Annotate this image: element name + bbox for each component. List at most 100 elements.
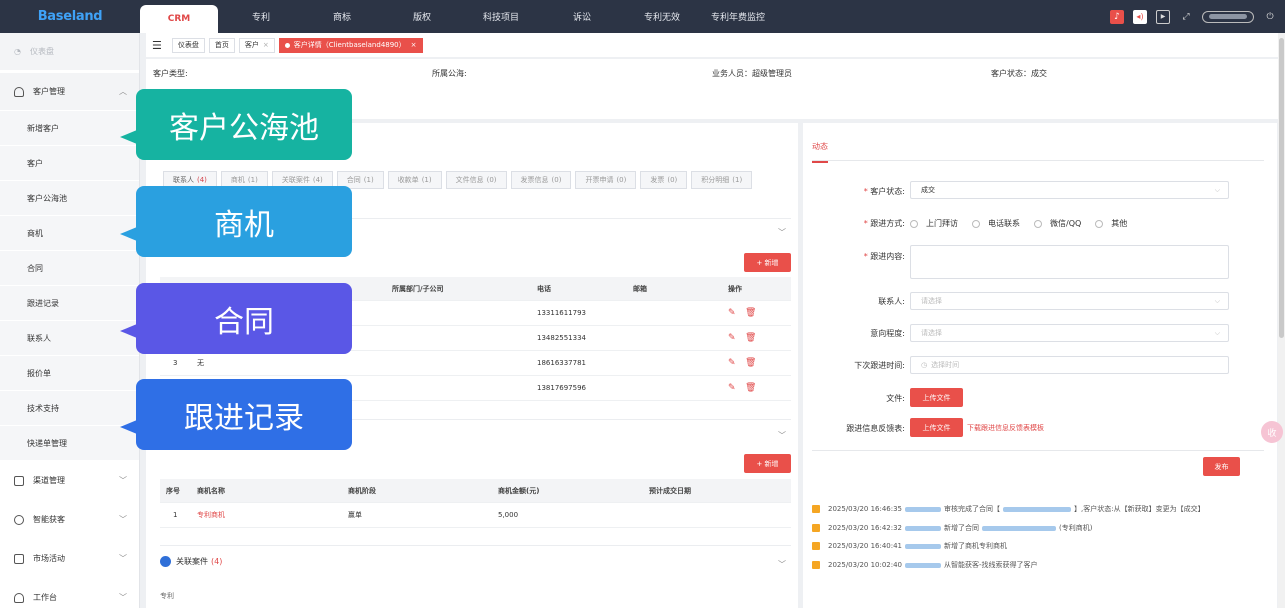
top-icons: ♪ ◂) ▶ ⤢ ⏻ <box>1110 0 1277 33</box>
user-menu[interactable] <box>1202 10 1254 23</box>
callout-opportunity: 商机 <box>120 186 352 257</box>
bell-icon[interactable]: ♪ <box>1110 9 1124 24</box>
status-select[interactable]: 成交 ⌵ <box>910 181 1229 199</box>
chevron-up-icon: ︿ <box>119 87 127 96</box>
nav-tab-invalidation[interactable]: 专利无效 <box>626 0 698 33</box>
tab-files[interactable]: 文件信息 (0) <box>445 171 507 189</box>
tab-invoice-request[interactable]: 开票申请 (0) <box>575 171 637 189</box>
intent-label: 意向程度: <box>870 329 905 338</box>
sidebar-item-contacts[interactable]: 联系人 <box>0 320 139 355</box>
add-contact-button[interactable]: + 新增 <box>744 253 791 272</box>
contact-select[interactable]: 请选择 ⌵ <box>910 292 1229 310</box>
opportunity-link[interactable]: 专利商机 <box>197 510 225 520</box>
sidebar-item-tech-support[interactable]: 技术支持 <box>0 390 139 425</box>
delete-icon[interactable]: 🗑 <box>745 383 756 393</box>
power-icon[interactable]: ⏻ <box>1263 10 1277 24</box>
edit-icon[interactable]: ✎ <box>728 333 736 343</box>
delete-icon[interactable]: 🗑 <box>745 333 756 343</box>
picker-placeholder: 选择时间 <box>931 361 960 369</box>
nav-tab-tech-project[interactable]: 科技项目 <box>464 0 538 33</box>
add-opportunity-button[interactable]: + 新增 <box>744 454 791 473</box>
radio-phone[interactable]: 电话联系 <box>972 218 1020 229</box>
tab-count: (0) <box>616 176 627 184</box>
chevron-down-icon[interactable]: ﹀ <box>778 559 786 570</box>
col-email: 邮箱 <box>633 284 647 293</box>
radio-other[interactable]: 其他 <box>1095 218 1127 229</box>
sidebar-group-channel[interactable]: 渠道管理 ﹀ <box>0 462 139 499</box>
radio-label: 电话联系 <box>988 219 1020 228</box>
publish-button[interactable]: 发布 <box>1203 457 1240 476</box>
tab-count: (0) <box>551 176 562 184</box>
sidebar-item-public-pool[interactable]: 客户公海池 <box>0 180 139 215</box>
contact-label: 联系人: <box>878 297 905 306</box>
crumb-customer[interactable]: 客户 × <box>238 37 275 53</box>
next-time-picker[interactable]: ◷ 选择时间 <box>910 356 1229 374</box>
play-icon[interactable]: ▶ <box>1156 9 1170 24</box>
scroll-thumb[interactable] <box>1279 38 1284 338</box>
sidebar-item-customer[interactable]: 客户 <box>0 145 139 180</box>
close-icon[interactable]: × <box>263 41 269 49</box>
sidebar-group-smart-acquire[interactable]: 智能获客 ﹀ <box>0 501 139 538</box>
callout-public-pool: 客户公海池 <box>120 89 352 160</box>
sidebar-group-label: 渠道管理 <box>33 476 65 485</box>
blurred-contract <box>1003 506 1072 512</box>
crumb-customer-detail[interactable]: 客户详情（Clientbaseland4890） × <box>278 37 423 53</box>
nav-tab-trademark[interactable]: 商标 <box>304 0 380 33</box>
nav-tab-litigation[interactable]: 诉讼 <box>538 0 626 33</box>
chevron-down-icon[interactable]: ﹀ <box>778 227 786 238</box>
log-text-tail: (专利商机) <box>1059 524 1093 532</box>
intent-select[interactable]: 请选择 ⌵ <box>910 324 1229 342</box>
status-label: * 客户状态: <box>863 187 905 196</box>
tab-points[interactable]: 积分明细 (1) <box>691 171 753 189</box>
sidebar-item-new-customer[interactable]: 新增客户 <box>0 110 139 145</box>
select-value: 成交 <box>921 186 935 194</box>
col-name: 商机名称 <box>197 486 225 495</box>
clock-icon: ◷ <box>921 361 928 369</box>
nav-tab-crm[interactable]: CRM <box>140 5 218 33</box>
radio-visit[interactable]: 上门拜访 <box>910 218 958 229</box>
method-radios: 上门拜访 电话联系 微信/QQ 其他 <box>910 218 1127 229</box>
log-icon <box>812 524 820 532</box>
sidebar-group-workbench[interactable]: 工作台 ﹀ <box>0 579 139 608</box>
edit-icon[interactable]: ✎ <box>728 308 736 318</box>
edit-icon[interactable]: ✎ <box>728 383 736 393</box>
sidebar-item-express[interactable]: 快递单管理 <box>0 425 139 460</box>
volume-icon[interactable]: ◂) <box>1133 9 1147 24</box>
radio-wechat[interactable]: 微信/QQ <box>1034 218 1081 229</box>
select-placeholder: 请选择 <box>921 329 942 337</box>
sidebar-item-opportunity[interactable]: 商机 <box>0 215 139 250</box>
sidebar-item-contract[interactable]: 合同 <box>0 250 139 285</box>
crumb-home[interactable]: 首页 <box>208 37 235 53</box>
nav-tab-copyright[interactable]: 版权 <box>380 0 464 33</box>
chevron-down-icon[interactable]: ﹀ <box>778 430 786 441</box>
upload-feedback-button[interactable]: 上传文件 <box>910 418 963 437</box>
app-logo[interactable]: Baseland <box>0 0 140 33</box>
upload-file-button[interactable]: 上传文件 <box>910 388 963 407</box>
label-text: 跟进方式: <box>870 219 905 228</box>
sidebar-item-quote[interactable]: 报价单 <box>0 355 139 390</box>
channel-icon <box>14 475 24 486</box>
sidebar-item-follow-up[interactable]: 跟进记录 <box>0 285 139 320</box>
download-template-link[interactable]: 下载跟进信息反馈表模板 <box>967 423 1044 433</box>
tab-invoice-info[interactable]: 发票信息 (0) <box>510 171 572 189</box>
floating-badge[interactable]: 收 <box>1261 421 1283 443</box>
tab-invoices[interactable]: 发票 (0) <box>640 171 688 189</box>
close-icon[interactable]: × <box>411 41 417 49</box>
sidebar-group-marketing[interactable]: 市场活动 ﹀ <box>0 540 139 577</box>
page-scrollbar[interactable] <box>1278 33 1285 608</box>
menu-toggle-icon[interactable]: ☰ <box>152 39 162 52</box>
related-cases-header[interactable]: 关联案件 (4) <box>160 556 222 567</box>
nav-tab-patent[interactable]: 专利 <box>218 0 304 33</box>
fullscreen-icon[interactable]: ⤢ <box>1179 10 1193 24</box>
edit-icon[interactable]: ✎ <box>728 358 736 368</box>
delete-icon[interactable]: 🗑 <box>745 358 756 368</box>
tab-receipts[interactable]: 收款单 (1) <box>387 171 442 189</box>
sidebar-item-dashboard[interactable]: ◔ 仪表盘 <box>0 33 139 70</box>
sidebar-group-customer[interactable]: 客户管理 ︿ <box>0 73 139 110</box>
delete-icon[interactable]: 🗑 <box>745 308 756 318</box>
crumb-dashboard[interactable]: 仪表盘 <box>171 37 205 53</box>
nav-tab-annuity[interactable]: 专利年费监控 <box>698 0 778 33</box>
tab-count: (1) <box>247 176 258 184</box>
sidebar-item-label: 仪表盘 <box>29 47 54 56</box>
content-textarea[interactable] <box>910 245 1229 279</box>
